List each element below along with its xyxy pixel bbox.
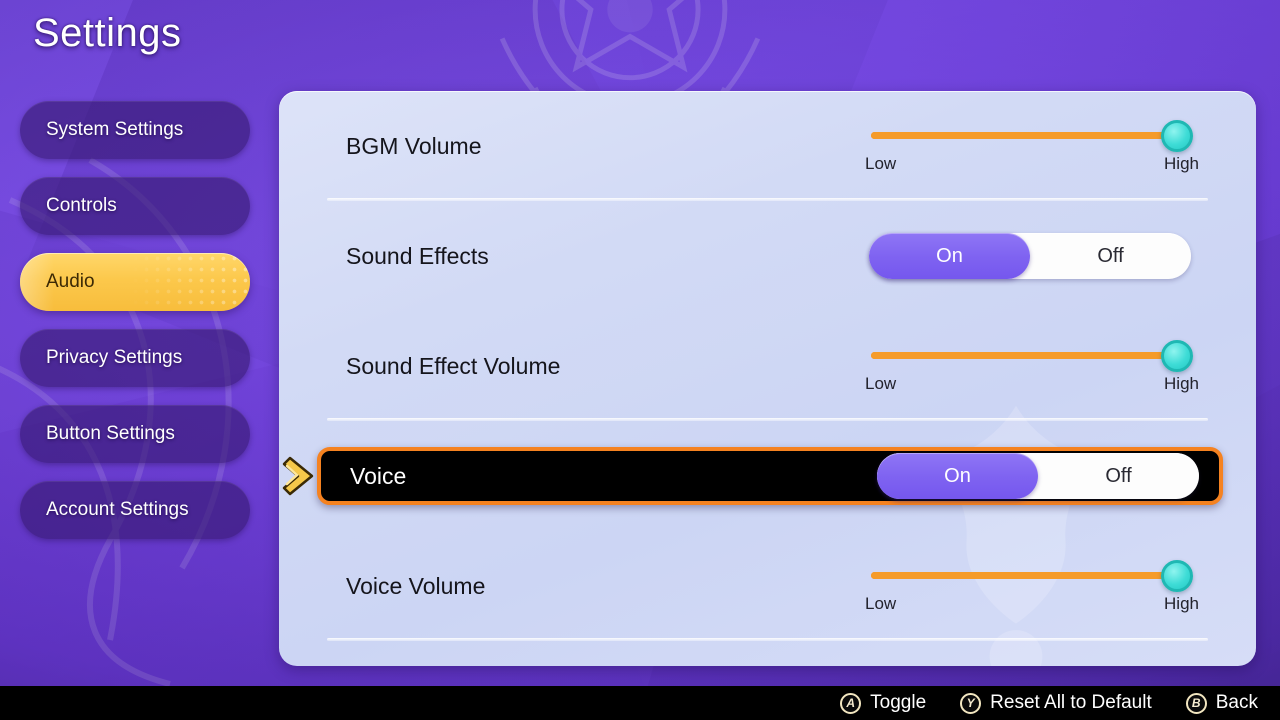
- slider-low-label: Low: [865, 154, 897, 173]
- sidebar-item-privacy-settings[interactable]: Privacy Settings: [20, 329, 250, 387]
- slider-fill: [871, 352, 1177, 359]
- hint-reset-all-to-default[interactable]: Y Reset All to Default: [960, 692, 1152, 714]
- sidebar-item-label: Privacy Settings: [46, 347, 183, 368]
- toggle-voice[interactable]: On Off: [877, 453, 1199, 499]
- sidebar-item-label: Audio: [46, 271, 95, 292]
- slider-fill: [871, 132, 1177, 139]
- settings-screen: Settings System Settings Controls Audio …: [0, 0, 1280, 720]
- footer-hint-bar: A Toggle Y Reset All to Default B Back: [0, 686, 1280, 720]
- sidebar-item-audio[interactable]: Audio: [20, 253, 250, 311]
- slider-knob[interactable]: [1161, 340, 1193, 372]
- toggle[interactable]: On Off: [877, 453, 1199, 499]
- hint-label: Back: [1215, 692, 1258, 713]
- hint-label: Reset All to Default: [990, 692, 1152, 713]
- toggle-sound-effects[interactable]: On Off: [869, 233, 1191, 279]
- hint-toggle[interactable]: A Toggle: [840, 692, 926, 714]
- button-y-icon: Y: [960, 692, 982, 714]
- slider-end-labels: Low High: [865, 594, 1199, 614]
- page-title: Settings: [33, 11, 182, 55]
- toggle[interactable]: On Off: [869, 233, 1191, 279]
- settings-panel: BGM Volume Low High Sound Effects On Off…: [279, 91, 1256, 666]
- slider-high-label: High: [1164, 154, 1199, 173]
- setting-row-voice-volume[interactable]: Voice Volume Low High: [279, 531, 1256, 641]
- slider-low-label: Low: [865, 374, 897, 393]
- toggle-option-on[interactable]: On: [877, 453, 1038, 499]
- sidebar-item-label: Controls: [46, 195, 117, 216]
- slider-knob[interactable]: [1161, 120, 1193, 152]
- row-divider: [327, 638, 1208, 641]
- setting-label: Voice: [350, 462, 407, 489]
- sidebar-item-label: Button Settings: [46, 423, 175, 444]
- setting-row-voice-wrapper: Voice On Off: [279, 421, 1256, 531]
- volume-slider-bgm[interactable]: Low High: [865, 118, 1199, 174]
- setting-row-sound-effects[interactable]: Sound Effects On Off: [279, 201, 1256, 311]
- slider-low-label: Low: [865, 594, 897, 613]
- sidebar: System Settings Controls Audio Privacy S…: [20, 101, 250, 557]
- slider[interactable]: Low High: [865, 558, 1199, 614]
- slider-high-label: High: [1164, 594, 1199, 613]
- slider[interactable]: Low High: [865, 118, 1199, 174]
- slider-knob[interactable]: [1161, 560, 1193, 592]
- sidebar-item-label: System Settings: [46, 119, 184, 140]
- setting-row-bgm-volume[interactable]: BGM Volume Low High: [279, 91, 1256, 201]
- toggle-option-on[interactable]: On: [869, 233, 1030, 279]
- toggle-option-off[interactable]: Off: [1030, 233, 1191, 279]
- slider-fill: [871, 572, 1177, 579]
- hint-back[interactable]: B Back: [1185, 692, 1258, 714]
- sidebar-item-account-settings[interactable]: Account Settings: [20, 481, 250, 539]
- sidebar-item-system-settings[interactable]: System Settings: [20, 101, 250, 159]
- sidebar-item-button-settings[interactable]: Button Settings: [20, 405, 250, 463]
- setting-label: Sound Effect Volume: [346, 352, 561, 379]
- cursor-arrow-icon: [279, 455, 319, 497]
- volume-slider-sound-effect[interactable]: Low High: [865, 338, 1199, 394]
- setting-row-voice[interactable]: Voice On Off: [317, 447, 1223, 505]
- slider-end-labels: Low High: [865, 154, 1199, 174]
- sidebar-item-controls[interactable]: Controls: [20, 177, 250, 235]
- hint-label: Toggle: [870, 692, 927, 713]
- setting-label: Sound Effects: [346, 242, 489, 269]
- toggle-option-off[interactable]: Off: [1038, 453, 1199, 499]
- slider-high-label: High: [1164, 374, 1199, 393]
- setting-row-sound-effect-volume[interactable]: Sound Effect Volume Low High: [279, 311, 1256, 421]
- setting-label: Voice Volume: [346, 572, 486, 599]
- slider-end-labels: Low High: [865, 374, 1199, 394]
- volume-slider-voice[interactable]: Low High: [865, 558, 1199, 614]
- button-a-icon: A: [840, 692, 862, 714]
- dot-texture: [130, 253, 250, 311]
- setting-label: BGM Volume: [346, 132, 482, 159]
- button-b-icon: B: [1185, 692, 1207, 714]
- sidebar-item-label: Account Settings: [46, 499, 189, 520]
- settings-rows: BGM Volume Low High Sound Effects On Off…: [279, 91, 1256, 641]
- slider[interactable]: Low High: [865, 338, 1199, 394]
